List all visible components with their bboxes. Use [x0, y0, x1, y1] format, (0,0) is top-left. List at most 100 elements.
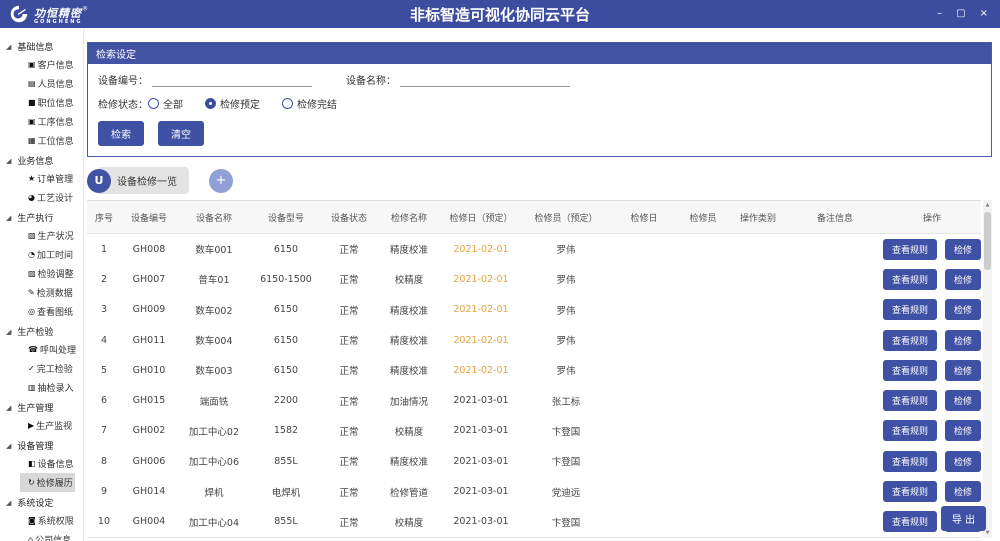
sidebar-item[interactable]: ◕ 工艺设计 [20, 188, 75, 207]
view-rule-button[interactable]: 查看规则 [883, 360, 937, 381]
sidebar-item[interactable]: ▦ 工位信息 [20, 131, 75, 150]
logo-icon [8, 3, 30, 25]
add-tab-button[interactable]: + [209, 169, 233, 193]
repair-button[interactable]: 检修 [945, 269, 981, 290]
cell-task-name: 校精度 [377, 272, 441, 286]
sidebar-item[interactable]: ★ 订单管理 [20, 169, 75, 188]
sidebar-item-icon: ◎ [28, 307, 35, 316]
cell-device-code: GH014 [121, 486, 177, 497]
view-rule-button[interactable]: 查看规则 [883, 451, 937, 472]
table-row: 1 GH008 数车001 6150 正常 精度校准 2021-02-01 罗伟 [87, 234, 981, 264]
sidebar-item-label: 完工检验 [37, 362, 73, 375]
view-rule-button[interactable]: 查看规则 [883, 330, 937, 351]
sidebar-group[interactable]: ◢ 业务信息 [0, 150, 83, 169]
table-header-cell: 检修员 [677, 211, 729, 224]
sidebar-item[interactable]: ↻ 检修履历 [20, 473, 75, 492]
search-button[interactable]: 检索 [98, 121, 144, 146]
repair-button[interactable]: 检修 [945, 420, 981, 441]
sidebar-item[interactable]: ☎ 呼叫处理 [20, 340, 75, 359]
scroll-up-icon[interactable]: ▲ [986, 200, 990, 210]
cell-device-code: GH015 [121, 395, 177, 406]
sidebar-item[interactable]: ◔ 加工时间 [20, 245, 75, 264]
view-rule-button[interactable]: 查看规则 [883, 481, 937, 502]
repair-button[interactable]: 检修 [945, 330, 981, 351]
radio-icon[interactable] [282, 98, 293, 109]
view-rule-button[interactable]: 查看规则 [883, 299, 937, 320]
view-rule-button[interactable]: 查看规则 [883, 390, 937, 411]
sidebar-group[interactable]: ◢ 基础信息 [0, 36, 83, 55]
cell-device-name: 数车004 [177, 333, 251, 347]
main-content: 检索设定 设备编号： 设备名称： 检修状态： 全部 [84, 28, 1000, 541]
chevron-down-icon: ◢ [6, 499, 11, 507]
close-icon[interactable]: × [980, 0, 988, 28]
sidebar-group-label: 设备管理 [17, 439, 53, 452]
scrollbar-thumb[interactable] [984, 212, 991, 270]
cell-planned-date: 2021-02-01 [441, 365, 521, 376]
repair-button[interactable]: 检修 [945, 239, 981, 260]
status-radio-option[interactable]: 检修完结 [282, 96, 337, 111]
sidebar-item-label: 职位信息 [38, 96, 74, 109]
sidebar-item[interactable]: ■ 职位信息 [20, 93, 75, 112]
sidebar-item[interactable]: ▤ 人员信息 [20, 74, 75, 93]
sidebar-item[interactable]: ▣ 工序信息 [20, 112, 75, 131]
sidebar-group[interactable]: ◢ 生产执行 [0, 207, 83, 226]
sidebar-item-label: 加工时间 [37, 248, 73, 261]
sidebar-item[interactable]: ◧ 设备信息 [20, 454, 75, 473]
scroll-down-icon[interactable]: ▼ [986, 528, 990, 538]
sidebar-item[interactable]: ◙ 系统权限 [20, 511, 75, 530]
sidebar-group[interactable]: ◢ 系统设定 [0, 492, 83, 511]
cell-planned-person: 卞登国 [521, 454, 611, 468]
cell-device-name: 数车001 [177, 242, 251, 256]
view-rule-button[interactable]: 查看规则 [883, 269, 937, 290]
status-radio-option[interactable]: 检修预定 [205, 96, 260, 111]
cell-device-status: 正常 [321, 515, 377, 529]
sidebar-item-icon: ⌂ [28, 535, 33, 541]
cell-device-name: 加工中心06 [177, 454, 251, 468]
radio-icon[interactable] [205, 98, 216, 109]
sidebar-item-icon: ▨ [28, 269, 36, 278]
sidebar-item[interactable]: ▣ 客户信息 [20, 55, 75, 74]
search-panel-title: 检索设定 [88, 43, 991, 64]
view-rule-button[interactable]: 查看规则 [883, 511, 937, 532]
sidebar-item[interactable]: ▨ 检验调整 [20, 264, 75, 283]
sidebar-group[interactable]: ◢ 生产检验 [0, 321, 83, 340]
cell-device-code: GH006 [121, 456, 177, 467]
repair-button[interactable]: 检修 [945, 299, 981, 320]
clear-button[interactable]: 清空 [158, 121, 204, 146]
radio-icon[interactable] [148, 98, 159, 109]
repair-button[interactable]: 检修 [945, 451, 981, 472]
sidebar-group[interactable]: ◢ 设备管理 [0, 435, 83, 454]
cell-device-name: 数车003 [177, 363, 251, 377]
device-no-input[interactable] [152, 73, 312, 87]
chevron-down-icon: ◢ [6, 43, 11, 51]
cell-planned-person: 党迪远 [521, 485, 611, 499]
sidebar-item[interactable]: ⌂ 公司信息 [20, 530, 75, 541]
repair-button[interactable]: 检修 [945, 360, 981, 381]
export-button[interactable]: 导 出 [941, 506, 986, 531]
sidebar-item[interactable]: ◎ 查看图纸 [20, 302, 75, 321]
view-rule-button[interactable]: 查看规则 [883, 239, 937, 260]
cell-device-name: 端面铣 [177, 394, 251, 408]
table-row: 10 GH004 加工中心04 855L 正常 校精度 2021-03-01 卞… [87, 507, 981, 537]
sidebar-group[interactable]: ◢ 生产管理 [0, 397, 83, 416]
cell-planned-person: 罗伟 [521, 272, 611, 286]
sidebar-item-icon: ◔ [28, 250, 35, 259]
search-panel: 检索设定 设备编号： 设备名称： 检修状态： 全部 [87, 42, 992, 157]
cell-no: 6 [87, 395, 121, 406]
sidebar-item[interactable]: ▥ 抽检录入 [20, 378, 75, 397]
sidebar-item[interactable]: ✎ 检测数据 [20, 283, 75, 302]
vertical-scrollbar[interactable]: ▲ ▼ [983, 200, 992, 538]
minimize-icon[interactable]: – [937, 0, 942, 28]
status-radio-option[interactable]: 全部 [148, 96, 183, 111]
repair-button[interactable]: 检修 [945, 481, 981, 502]
repair-button[interactable]: 检修 [945, 390, 981, 411]
sidebar-item[interactable]: ▶ 生产监视 [20, 416, 75, 435]
sidebar-item[interactable]: ▧ 生产状况 [20, 226, 75, 245]
sidebar-item[interactable]: ✓ 完工检验 [20, 359, 75, 378]
cell-device-code: GH002 [121, 425, 177, 436]
view-rule-button[interactable]: 查看规则 [883, 420, 937, 441]
cell-no: 8 [87, 456, 121, 467]
cell-planned-date: 2021-03-01 [441, 486, 521, 497]
device-name-input[interactable] [400, 73, 570, 87]
restore-icon[interactable]: ▢ [956, 0, 965, 28]
